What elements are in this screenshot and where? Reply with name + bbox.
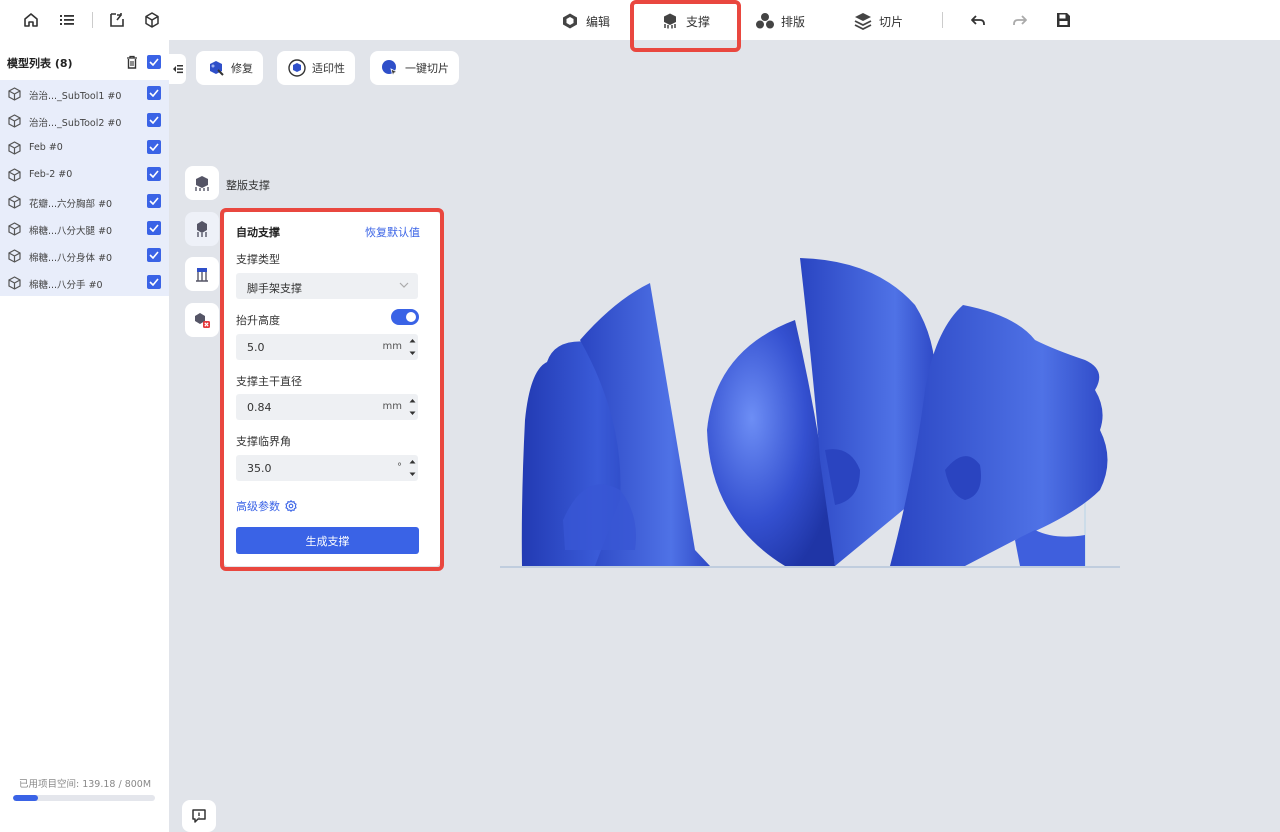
full-plate-support-label: 整版支撑 (226, 179, 270, 192)
3d-viewport[interactable] (495, 250, 1125, 575)
model-list-item[interactable]: 治治..._SubTool2 #0 (0, 107, 169, 134)
cube-icon (8, 114, 21, 128)
feedback-icon (192, 809, 206, 823)
model-list-item[interactable]: 棉糖...八分身体 #0 (0, 242, 169, 269)
model-name: 治治..._SubTool1 #0 (29, 91, 122, 102)
model-checkbox[interactable] (147, 140, 161, 154)
model-checkbox[interactable] (147, 113, 161, 127)
model-name: 治治..._SubTool2 #0 (29, 118, 122, 129)
model-list-item[interactable]: 棉糖...八分手 #0 (0, 269, 169, 296)
cube-icon (8, 276, 21, 290)
model-list-item[interactable]: Feb #0 (0, 134, 169, 161)
tab-support-highlight (630, 0, 741, 52)
model-checkbox[interactable] (147, 221, 161, 235)
full-plate-support-tool[interactable] (185, 166, 219, 200)
model-checkbox[interactable] (147, 194, 161, 208)
model-name: 棉糖...八分手 #0 (29, 280, 103, 291)
list-icon[interactable] (56, 9, 78, 31)
tab-label: 切片 (879, 14, 904, 29)
cube-icon (8, 87, 21, 101)
cube-icon (8, 168, 21, 182)
model-icon[interactable] (141, 9, 163, 31)
model-checkbox[interactable] (147, 86, 161, 100)
one-click-slice-label: 一键切片 (405, 62, 449, 75)
tab-label: 排版 (781, 14, 806, 29)
redo-icon[interactable] (1009, 9, 1031, 31)
storage-usage-label: 已用项目空间: 139.18 / 800M (19, 779, 152, 790)
feedback-button[interactable] (182, 800, 216, 832)
model-list-item[interactable]: 棉糖...八分大腿 #0 (0, 215, 169, 242)
trash-icon[interactable] (126, 55, 138, 69)
cube-icon (8, 222, 21, 236)
layout-icon (755, 11, 775, 31)
model-list-sidebar: 模型列表 (8) 治治..._SubTool1 #0 治治..._SubTool… (0, 40, 169, 832)
cube-icon (8, 249, 21, 263)
full-plate-support-icon (195, 176, 209, 191)
repair-button[interactable]: 修复 (196, 51, 263, 85)
import-icon[interactable] (106, 9, 128, 31)
delete-support-tool[interactable] (185, 303, 219, 337)
model-list: 治治..._SubTool1 #0 治治..._SubTool2 #0 Feb … (0, 80, 169, 296)
tab-edit[interactable]: 编辑 (560, 10, 610, 32)
delete-support-icon (195, 313, 210, 328)
repair-label: 修复 (231, 62, 253, 75)
printability-button[interactable]: 适印性 (277, 51, 355, 85)
panel-highlight (220, 208, 444, 571)
model-checkbox[interactable] (147, 275, 161, 289)
model-name: 棉糖...八分身体 #0 (29, 253, 113, 264)
save-icon[interactable] (1052, 9, 1074, 31)
printability-label: 适印性 (312, 62, 345, 75)
auto-support-tool[interactable] (185, 212, 219, 246)
edit-cube-icon (560, 11, 580, 31)
model-name: 花瓣...六分胸部 #0 (29, 199, 113, 210)
toolbar-divider (92, 12, 93, 28)
top-toolbar: 编辑 支撑 排版 切片 (0, 0, 1280, 52)
home-icon[interactable] (20, 9, 42, 31)
select-all-checkbox[interactable] (147, 55, 161, 69)
storage-usage-fill (13, 795, 38, 801)
model-list-item[interactable]: 花瓣...六分胸部 #0 (0, 188, 169, 215)
undo-icon[interactable] (967, 9, 989, 31)
one-click-slice-button[interactable]: 一键切片 (370, 51, 459, 85)
one-click-slice-icon (380, 58, 400, 78)
model-checkbox[interactable] (147, 248, 161, 262)
cube-icon (8, 141, 21, 155)
toolbar-divider (942, 12, 943, 28)
tab-layout[interactable]: 排版 (755, 10, 805, 32)
tab-slice[interactable]: 切片 (853, 10, 903, 32)
repair-icon (206, 58, 226, 78)
cube-icon (8, 195, 21, 209)
storage-usage-bar (13, 795, 155, 801)
printability-icon (287, 58, 307, 78)
model-name: Feb-2 #0 (29, 169, 73, 180)
tab-label: 编辑 (586, 14, 611, 29)
model-list-title: 模型列表 (8) (7, 57, 73, 70)
model-name: Feb #0 (29, 142, 63, 153)
model-render (500, 258, 1120, 568)
model-checkbox[interactable] (147, 167, 161, 181)
manual-support-icon (196, 268, 208, 282)
auto-support-icon (197, 221, 207, 237)
model-list-item[interactable]: 治治..._SubTool1 #0 (0, 80, 169, 107)
model-name: 棉糖...八分大腿 #0 (29, 226, 113, 237)
model-list-item[interactable]: Feb-2 #0 (0, 161, 169, 188)
manual-support-tool[interactable] (185, 257, 219, 291)
collapse-sidebar-button[interactable] (169, 54, 186, 84)
slice-layers-icon (853, 11, 873, 31)
